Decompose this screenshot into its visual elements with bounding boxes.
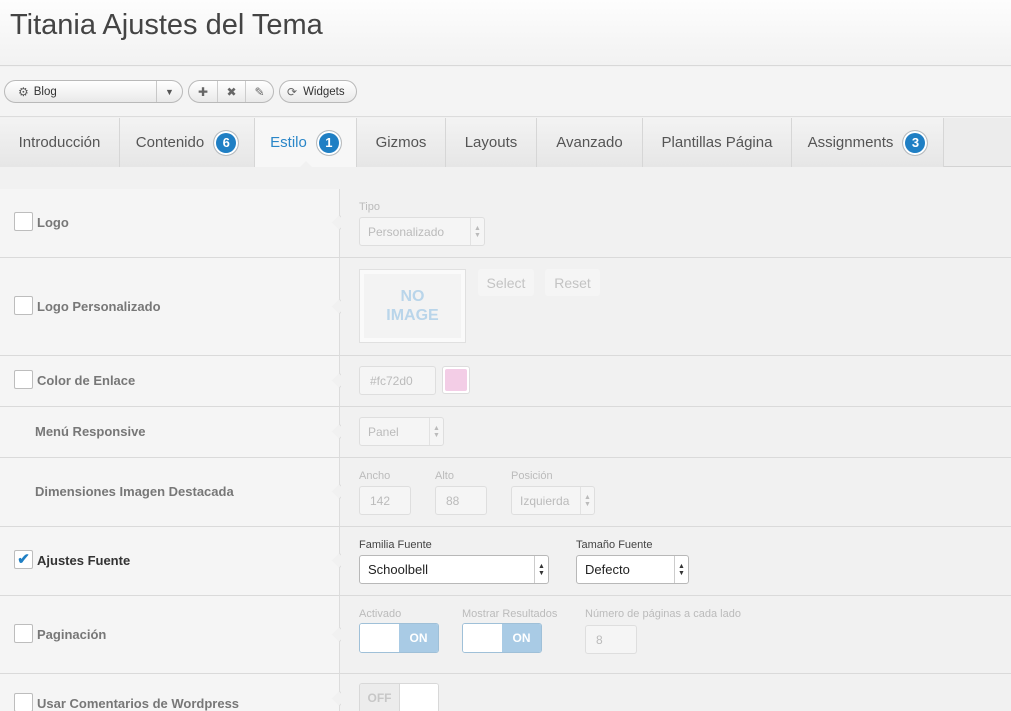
tab-avanzado[interactable]: Avanzado [537,118,643,167]
gear-icon: ⚙ [18,84,29,99]
tab-assignments[interactable]: Assignments 3 [792,118,944,167]
tab-label: Contenido [135,134,205,151]
featured-image-label: Dimensiones Imagen Destacada [35,484,234,499]
refresh-icon: ⟳ [287,84,298,99]
toggle-on-label: ON [502,624,541,652]
tab-label: Introducción [18,134,101,151]
tab-estilo[interactable]: Estilo 1 [255,118,357,168]
delete-icon[interactable]: ✖ [217,81,245,102]
position-label: Posición [511,470,553,482]
font-settings-label: Ajustes Fuente [37,553,131,568]
page-header: Titania Ajustes del Tema [0,0,1011,66]
row-logo [0,189,1011,258]
responsive-menu-label: Menú Responsive [35,424,146,439]
link-color-label: Color de Enlace [37,373,136,388]
layout-select-value: Blog [33,85,57,98]
font-size-select[interactable]: Defecto ▲ ▼ [576,555,689,584]
enabled-label: Activado [359,608,402,620]
font-size-label: Tamaño Fuente [576,539,653,551]
width-input[interactable]: 142 [359,486,411,515]
link-color-input[interactable]: #fc72d0 [359,366,436,395]
link-color-checkbox[interactable] [14,370,33,389]
logo-type-select[interactable]: Personalizado ▲ ▼ [359,217,485,246]
count-badge: 6 [214,130,239,155]
tab-gizmos[interactable]: Gizmos [357,118,446,167]
pages-each-side-label: Número de páginas a cada lado [585,608,741,620]
placeholder-line: IMAGE [386,307,439,324]
select-image-button[interactable]: Select [478,269,534,296]
height-label: Alto [435,470,454,482]
tab-label: Layouts [464,134,518,151]
select-arrows-icon: ▲ ▼ [470,218,484,245]
layout-select[interactable]: ⚙ Blog ▼ [4,80,183,103]
color-swatch[interactable] [442,366,470,394]
font-family-select[interactable]: Schoolbell ▲ ▼ [359,555,549,584]
row-link-color [0,356,1011,407]
toggle-off-label: OFF [360,684,400,711]
font-family-label: Familia Fuente [359,539,432,551]
toggle-on-label: ON [399,624,438,652]
height-input[interactable]: 88 [435,486,487,515]
pagination-checkbox[interactable] [14,624,33,643]
select-arrows-icon: ▲ ▼ [674,556,688,583]
responsive-menu-select[interactable]: Panel ▲ ▼ [359,417,444,446]
select-value: Izquierda [520,493,570,508]
placeholder-line: NO [400,288,425,305]
tab-introduccion[interactable]: Introducción [0,118,120,167]
pagination-label: Paginación [37,627,107,642]
page-title: Titania Ajustes del Tema [10,9,323,41]
select-value: Panel [368,424,399,439]
tab-label: Gizmos [375,134,427,151]
tab-label: Avanzado [556,134,623,151]
wp-comments-toggle[interactable]: OFF [359,683,439,711]
checkmark-icon: ✔ [17,551,30,568]
tab-layouts[interactable]: Layouts [446,118,537,167]
chevron-down-icon[interactable]: ▼ [156,81,182,102]
select-value: Personalizado [368,224,445,239]
position-select[interactable]: Izquierda ▲ ▼ [511,486,595,515]
count-badge: 1 [316,130,341,155]
count-badge: 3 [903,130,928,155]
show-results-toggle[interactable]: ON [462,623,542,653]
reset-image-button[interactable]: Reset [545,269,600,296]
layout-actions: ✚ ✖ ✎ [188,80,274,103]
logo-label: Logo [37,215,69,230]
edit-icon[interactable]: ✎ [245,81,273,102]
custom-logo-label: Logo Personalizado [37,299,161,314]
logo-checkbox[interactable] [14,212,33,231]
pages-each-side-input[interactable]: 8 [585,625,637,654]
color-swatch-fill [445,369,467,391]
wp-comments-label: Usar Comentarios de Wordpress [37,696,240,711]
select-arrows-icon: ▲ ▼ [580,487,594,514]
pagination-enabled-toggle[interactable]: ON [359,623,439,653]
tab-contenido[interactable]: Contenido 6 [120,118,255,167]
widgets-button[interactable]: ⟳ Widgets [279,80,357,103]
row-responsive-menu [0,407,1011,458]
wp-comments-checkbox[interactable] [14,693,33,711]
font-settings-checkbox[interactable]: ✔ [14,550,33,569]
type-label: Tipo [359,201,380,213]
tab-label: Estilo [270,134,307,151]
toolbar: ⚙ Blog ▼ ✚ ✖ ✎ ⟳ Widgets [0,67,1011,117]
select-value: Defecto [585,562,630,577]
select-arrows-icon: ▲ ▼ [429,418,443,445]
tab-label: Plantillas Página [661,134,773,151]
width-label: Ancho [359,470,391,482]
no-image-placeholder: NO IMAGE [359,269,466,343]
custom-logo-checkbox[interactable] [14,296,33,315]
tab-label: Assignments [807,134,894,151]
add-icon[interactable]: ✚ [189,81,217,102]
widgets-label: Widgets [303,85,345,98]
select-arrows-icon: ▲ ▼ [534,556,548,583]
show-results-label: Mostrar Resultados [462,608,558,620]
select-value: Schoolbell [368,562,428,577]
tab-plantillas-pagina[interactable]: Plantillas Página [643,118,792,167]
tab-bar: Introducción Contenido 6 Estilo 1 Gizmos… [0,118,1011,168]
